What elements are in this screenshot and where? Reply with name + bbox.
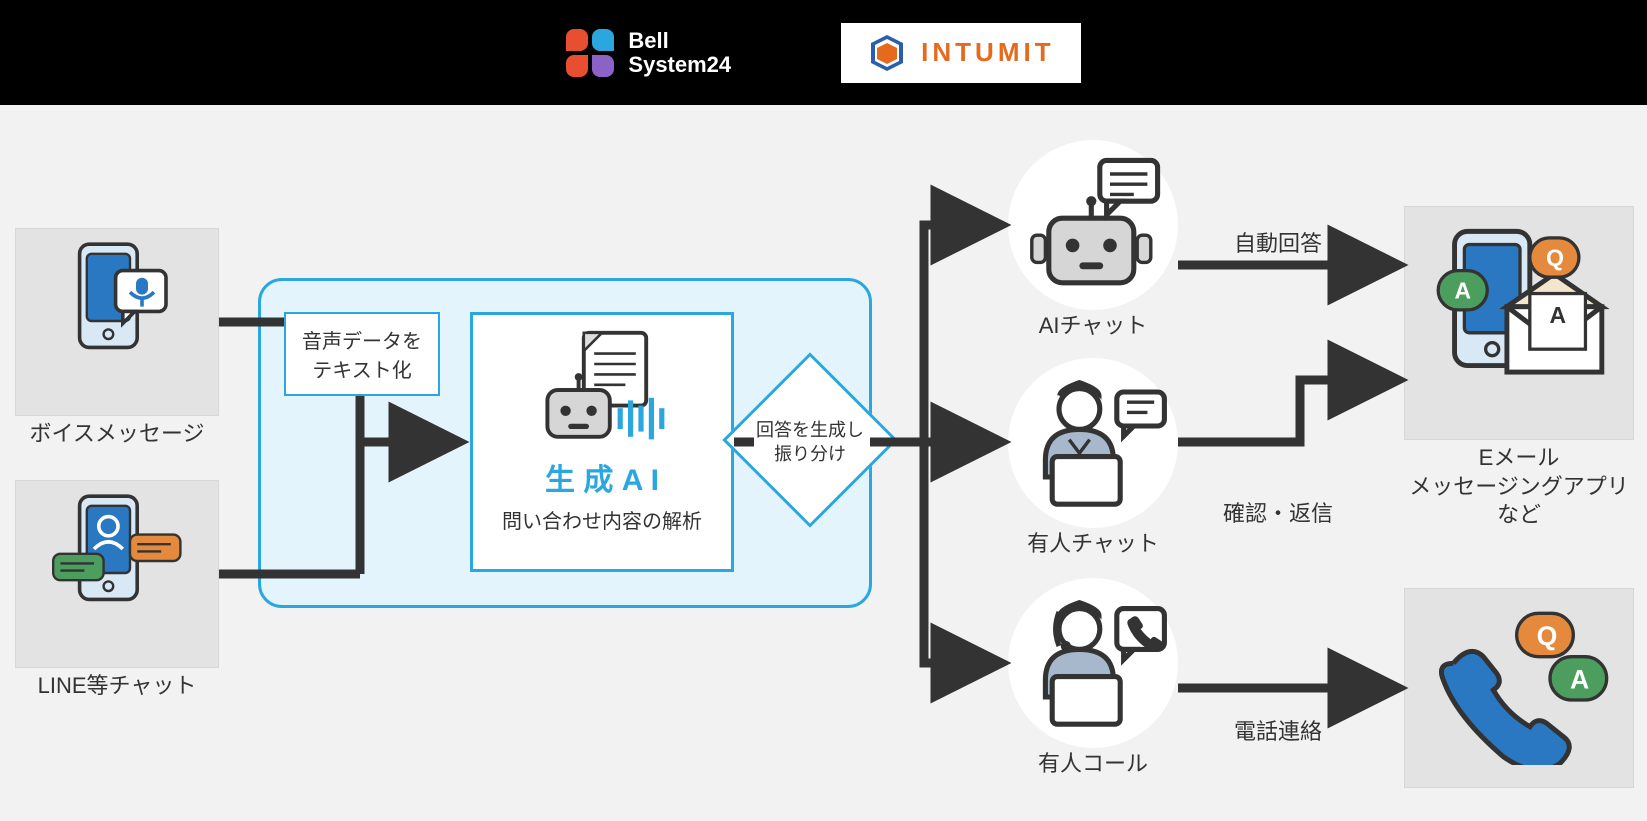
svg-text:A: A: [1570, 664, 1589, 694]
voice-message-icon: [58, 237, 178, 357]
email-output-label: Eメール メッセージングアプリ など: [1404, 444, 1634, 530]
svg-text:Q: Q: [1537, 621, 1558, 651]
svg-text:A: A: [1549, 302, 1566, 328]
voice-input-block: [15, 228, 219, 416]
line-input-label: LINE等チャット: [15, 672, 219, 701]
bellsystem24-mark-icon: [566, 29, 614, 77]
phone-qa-icon: Q A: [1420, 595, 1620, 765]
intumit-logo: INTUMIT: [841, 23, 1080, 83]
human-call-node: [1008, 578, 1178, 748]
phone-contact-label: 電話連絡: [1218, 718, 1338, 747]
gen-ai-box: 生 成 A I 問い合わせ内容の解析: [470, 312, 734, 572]
chat-app-icon: [43, 489, 193, 609]
gen-ai-icon: [522, 325, 682, 455]
intumit-text: INTUMIT: [921, 37, 1054, 68]
gen-ai-title: 生 成 A I: [473, 455, 731, 499]
phone-output-block: Q A: [1404, 588, 1634, 788]
auto-reply-label: 自動回答: [1218, 230, 1338, 259]
human-call-icon: [1008, 578, 1178, 748]
ai-chat-icon: [1008, 140, 1178, 310]
voice-to-text-box: 音声データを テキスト化: [284, 312, 440, 396]
intumit-mark-icon: [867, 33, 907, 73]
svg-text:Q: Q: [1546, 245, 1564, 271]
confirm-reply-label: 確認・返信: [1218, 500, 1338, 529]
email-messaging-icon: A Q A: [1420, 215, 1620, 395]
human-chat-icon: [1008, 358, 1178, 528]
line-input-block: [15, 480, 219, 668]
human-chat-label: 有人チャット: [1008, 530, 1178, 559]
ai-chat-label: AIチャット: [1008, 312, 1178, 341]
header-bar: Bell System24 INTUMIT: [0, 0, 1647, 105]
voice-input-label: ボイスメッセージ: [15, 420, 219, 449]
gen-ai-subtitle: 問い合わせ内容の解析: [473, 505, 731, 534]
email-output-block: A Q A: [1404, 206, 1634, 440]
svg-text:A: A: [1455, 277, 1472, 303]
ai-chat-node: [1008, 140, 1178, 310]
bellsystem24-logo: Bell System24: [566, 29, 731, 77]
human-chat-node: [1008, 358, 1178, 528]
router-label: 回答を生成し 振り分け: [734, 418, 886, 467]
human-call-label: 有人コール: [1008, 750, 1178, 779]
bellsystem24-text: Bell System24: [628, 29, 731, 75]
